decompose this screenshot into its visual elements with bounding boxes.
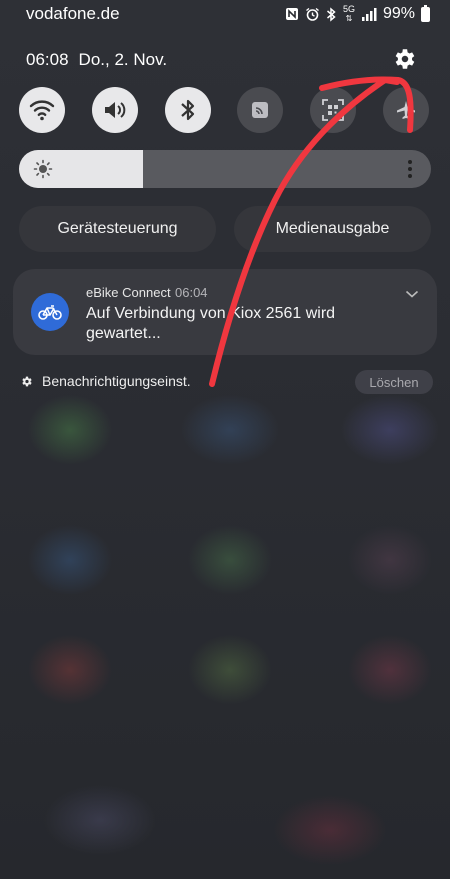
chevron-down-icon[interactable] [405,289,419,299]
nfc-icon [285,7,299,21]
quick-settings-row [19,87,431,133]
notification-time: 06:04 [175,285,208,300]
settings-gear-icon[interactable] [391,46,417,72]
date-time: 06:08 Do., 2. Nov. [26,50,167,70]
network-type: 5G [342,4,355,14]
wifi-toggle[interactable] [19,87,65,133]
bluetooth-toggle[interactable] [165,87,211,133]
battery-icon [421,4,430,22]
bluetooth-icon [326,6,337,22]
device-control-button[interactable]: Gerätesteuerung [19,206,216,252]
notification-app-name: eBike Connect [86,285,171,300]
bluetooth-icon [181,99,195,121]
carrier-name: vodafone.de [26,4,120,23]
cast-toggle[interactable] [237,87,283,133]
brightness-slider[interactable] [19,150,431,188]
notification-settings-label: Benachrichtigungseinst. [42,373,191,389]
date-label: Do., 2. Nov. [78,50,168,69]
status-bar: vodafone.de 5G ⇅ 99% [0,0,450,28]
notification-message: Auf Verbindung von Kiox 2561 wird gewart… [86,305,336,342]
airplane-icon [397,101,415,119]
signal-icon [361,7,377,21]
battery-percent: 99% [382,5,415,22]
wifi-icon [29,100,55,121]
airplane-mode-toggle[interactable] [383,87,429,133]
cast-icon [252,102,268,118]
clock-time: 06:08 [26,50,69,69]
qr-scan-icon [322,99,344,121]
data-arrows-icon: ⇅ [345,14,353,23]
media-output-button[interactable]: Medienausgabe [234,206,431,252]
sound-toggle[interactable] [92,87,138,133]
clear-button[interactable]: Löschen [355,370,433,394]
brightness-sun-icon [33,159,53,179]
speaker-icon [105,102,126,118]
more-options-icon[interactable] [407,159,413,179]
alarm-icon [305,7,320,22]
bicycle-icon [38,305,62,320]
ebike-app-icon [31,293,69,331]
notification-settings-link[interactable]: Benachrichtigungseinst. [20,373,191,389]
qr-scanner-toggle[interactable] [310,87,356,133]
gear-icon [22,376,32,386]
notification-card[interactable]: eBike Connect 06:04 Auf Verbindung von K… [13,269,437,355]
5g-icon: 5G ⇅ [342,4,355,24]
